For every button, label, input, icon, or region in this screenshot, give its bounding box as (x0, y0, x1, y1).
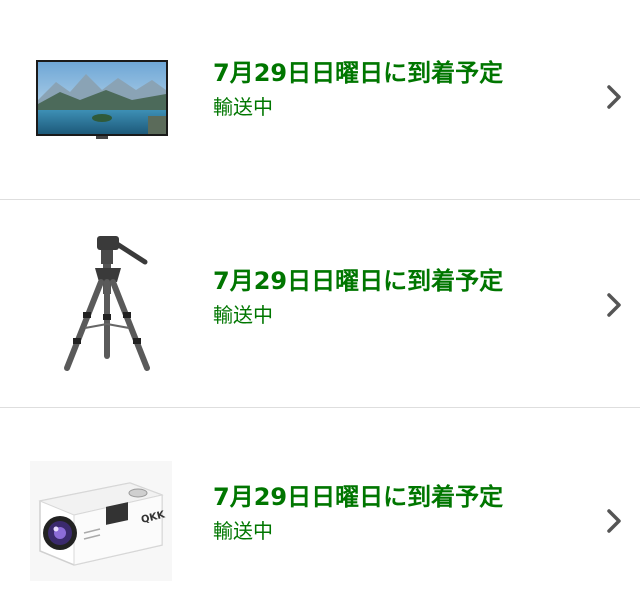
delivery-date: 7月29日日曜日に到着予定 (213, 59, 504, 87)
shipping-status: 輸送中 (213, 519, 273, 543)
projector-icon: QKK (30, 461, 172, 581)
shipping-status: 輸送中 (213, 95, 273, 119)
order-item-tripod[interactable]: 7月29日日曜日に到着予定 輸送中 (0, 200, 640, 408)
product-image-tv (36, 40, 168, 160)
product-image-projector: QKK (30, 458, 172, 584)
chevron-right-icon[interactable] (604, 84, 624, 110)
order-item-projector[interactable]: QKK 7月29日日曜日に到着予定 輸送中 (0, 408, 640, 604)
order-item-tv[interactable]: 7月29日日曜日に到着予定 輸送中 (0, 0, 640, 200)
tripod-icon (64, 236, 150, 371)
shipping-status: 輸送中 (213, 303, 273, 327)
order-info: 7月29日日曜日に到着予定 輸送中 (213, 266, 503, 328)
order-list: 7月29日日曜日に到着予定 輸送中 7月29日日曜日に到着予定 輸送中 QKK … (0, 0, 640, 604)
delivery-date: 7月29日日曜日に到着予定 (213, 483, 504, 511)
order-info: 7月29日日曜日に到着予定 輸送中 (213, 58, 503, 120)
delivery-date: 7月29日日曜日に到着予定 (213, 267, 504, 295)
order-info: 7月29日日曜日に到着予定 輸送中 (213, 482, 503, 544)
product-image-tripod (40, 228, 160, 378)
chevron-right-icon[interactable] (604, 508, 624, 534)
tv-icon (36, 60, 168, 139)
chevron-right-icon[interactable] (604, 292, 624, 318)
